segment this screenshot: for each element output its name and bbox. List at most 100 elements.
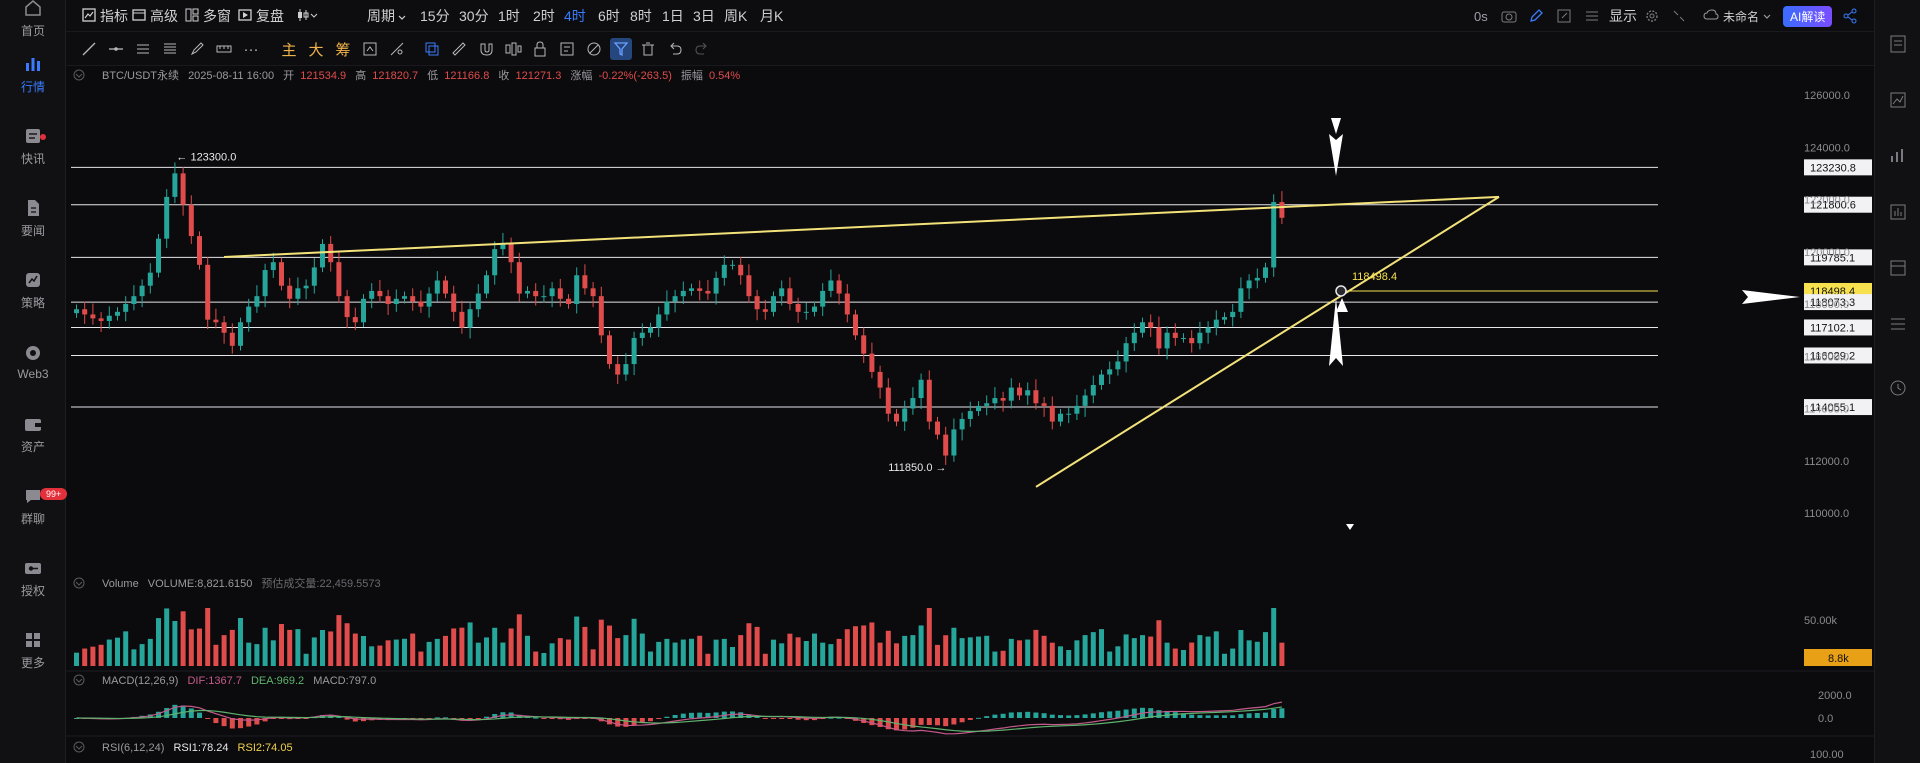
multi-window-button[interactable]: 多窗 [185, 0, 231, 32]
candle-body [1049, 405, 1055, 422]
volume-bar [221, 635, 227, 666]
candle-body [607, 335, 612, 365]
lock-icon[interactable] [529, 38, 551, 60]
macd-dif: DIF:1367.7 [187, 675, 241, 687]
candle-body [1066, 413, 1072, 415]
data-icon[interactable] [1888, 202, 1908, 222]
candle-body [615, 364, 621, 375]
chip-distribution-toggle[interactable]: 筹 [332, 38, 354, 60]
main-chart-toggle[interactable]: 主 [278, 38, 300, 60]
candle-style-icon[interactable] [502, 38, 524, 60]
macd-histogram-bar [1263, 712, 1268, 718]
nav-item-2[interactable]: 快讯 [0, 116, 66, 176]
timeframe-tab-3[interactable]: 2时 [533, 0, 555, 32]
timeframe-tab-1[interactable]: 30分 [459, 0, 489, 32]
list-icon[interactable] [1888, 314, 1908, 334]
candle-body [115, 311, 120, 316]
ruler-icon[interactable] [448, 38, 470, 60]
template-icon[interactable] [556, 38, 578, 60]
volume-bar [139, 644, 145, 666]
resize-icon[interactable] [1556, 0, 1572, 32]
legend-close: 121271.3 [515, 70, 561, 82]
nav-item-6[interactable]: 资产 [0, 404, 66, 464]
macd-histogram-bar [1107, 711, 1113, 718]
volume-bar [459, 627, 465, 666]
candlestick-chart-svg[interactable]: 123230.8121800.6119785.1118498.4118073.3… [66, 66, 1874, 763]
list-icon[interactable] [1584, 0, 1600, 32]
timeframe-tab-9[interactable]: 周K [724, 0, 747, 32]
volume-bar [500, 642, 506, 666]
candle-body [812, 306, 817, 312]
timeframe-tab-2[interactable]: 1时 [498, 0, 520, 32]
timeframe-tab-5[interactable]: 6时 [598, 0, 620, 32]
copy-icon[interactable] [421, 38, 443, 60]
order-book-icon[interactable] [1888, 34, 1908, 54]
nav-item-3[interactable]: 要闻 [0, 188, 66, 248]
settings-gear-icon[interactable] [1644, 0, 1660, 32]
volume-bar [377, 645, 383, 666]
timeframe-tab-8[interactable]: 3日 [693, 0, 715, 32]
macd-histogram-bar [1213, 715, 1219, 718]
nav-item-4[interactable]: 策略 [0, 260, 66, 320]
candle-body [492, 249, 498, 276]
nav-item-8[interactable]: 授权 [0, 548, 66, 608]
collapse-arrows-icon[interactable] [1671, 0, 1687, 32]
indicators-button[interactable]: 指标 [82, 0, 128, 32]
brush-tool-icon[interactable] [186, 38, 208, 60]
pen-icon[interactable] [1528, 0, 1544, 32]
sync-icon[interactable] [359, 38, 381, 60]
layout-dropdown[interactable]: 未命名 [1703, 0, 1771, 32]
nav-item-7[interactable]: 群聊 99+ [0, 476, 68, 536]
nav-item-0[interactable]: 首页 [0, 0, 66, 48]
replay-button[interactable]: 复盘 [238, 0, 284, 32]
trend-line-tool-icon[interactable] [78, 38, 100, 60]
chart-area[interactable]: 123230.8 121800.6 119785.1 118498.4 118073.3… [66, 66, 1874, 763]
nav-item-label: 授权 [20, 583, 45, 598]
big-order-toggle[interactable]: 大 [305, 38, 327, 60]
stats-icon[interactable] [1888, 146, 1908, 166]
timeframe-tab-4[interactable]: 4时 [564, 0, 586, 32]
volume-bar [1000, 650, 1006, 666]
trash-icon[interactable] [637, 38, 659, 60]
depth-icon[interactable] [1888, 90, 1908, 110]
measure-tool-icon[interactable] [213, 38, 235, 60]
macd-histogram-bar [902, 718, 908, 730]
alert-icon[interactable] [583, 38, 605, 60]
more-tools-icon[interactable]: ··· [240, 38, 262, 60]
parallel-channel-tool-icon[interactable] [132, 38, 154, 60]
volume-bar [549, 643, 555, 666]
undo-icon[interactable] [664, 38, 686, 60]
candle-body [648, 327, 653, 333]
macd-histogram-bar [1115, 710, 1121, 718]
filter-icon[interactable] [610, 38, 632, 60]
ai-interpret-button[interactable]: AI解读 [1783, 0, 1833, 32]
share-icon[interactable] [1842, 0, 1858, 32]
history-icon[interactable] [1888, 378, 1908, 398]
redo-icon[interactable] [691, 38, 713, 60]
timeframe-tab-6[interactable]: 8时 [630, 0, 652, 32]
period-dropdown[interactable]: 周期 [367, 0, 406, 32]
display-button[interactable]: 显示 [1609, 0, 1637, 32]
timeframe-tab-10[interactable]: 月K [760, 0, 783, 32]
volume-bar [697, 635, 703, 666]
candle-body [320, 243, 325, 268]
nav-item-9[interactable]: 更多 [0, 620, 66, 680]
horizontal-line-tool-icon[interactable] [105, 38, 127, 60]
timeframe-tab-0[interactable]: 15分 [420, 0, 450, 32]
advanced-button[interactable]: 高级 [132, 0, 178, 32]
calculator-icon[interactable] [1888, 258, 1908, 278]
erase-tool-icon[interactable] [386, 38, 408, 60]
magnet-icon[interactable] [475, 38, 497, 60]
volume-bar [188, 629, 194, 666]
volume-bar [1107, 651, 1113, 666]
fib-tool-icon[interactable] [159, 38, 181, 60]
nav-item-5[interactable]: Web3 [0, 332, 66, 392]
volume-bar [664, 638, 670, 666]
chart-type-dropdown[interactable] [296, 0, 318, 32]
volume-bar [812, 633, 817, 666]
timeframe-tab-7[interactable]: 1日 [662, 0, 684, 32]
macd-histogram-bar [672, 714, 678, 718]
nav-item-1[interactable]: 行情 [0, 44, 66, 104]
camera-icon[interactable] [1501, 0, 1517, 32]
macd-histogram-bar [1279, 708, 1285, 718]
